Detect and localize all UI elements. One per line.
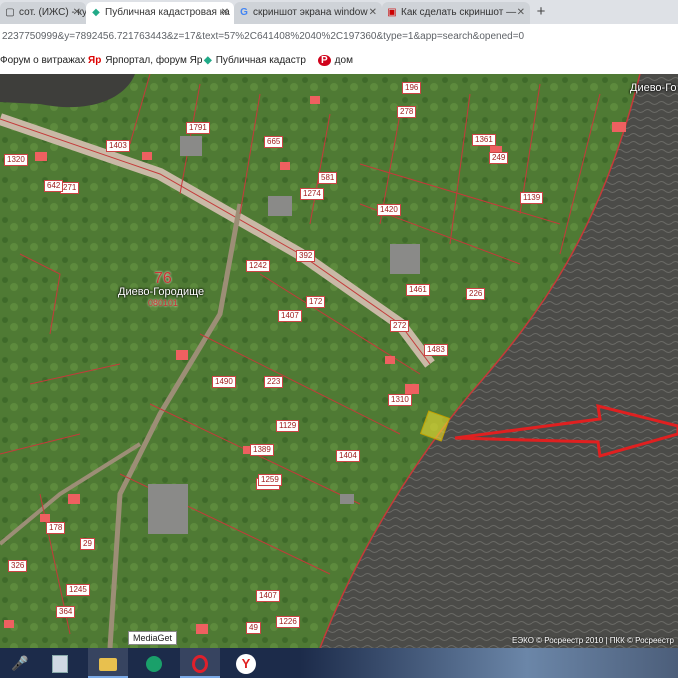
place-name-right: Диево-Го bbox=[630, 82, 677, 94]
parcel-label: 223 bbox=[264, 376, 284, 388]
tab-google[interactable]: Gскриншот экрана window ✕ bbox=[234, 2, 382, 24]
bookmark-label: дом bbox=[334, 55, 353, 66]
parcel-label: 1420 bbox=[377, 204, 401, 216]
bookmarks-bar: Форум о витражах Яр Ярпортал, форум Яр ◆ П… bbox=[0, 52, 678, 75]
tab-label: Как сделать скриншот — bbox=[401, 7, 517, 18]
parcel-label: 1404 bbox=[336, 450, 360, 462]
close-icon[interactable]: ✕ bbox=[221, 2, 229, 24]
parcel-label: 1461 bbox=[406, 284, 430, 296]
cadastre-icon: ◆ bbox=[204, 55, 212, 66]
parcel-label: 1242 bbox=[246, 260, 270, 272]
parcel-label: 1361 bbox=[472, 134, 496, 146]
new-tab-button[interactable]: + bbox=[531, 2, 551, 22]
tab-label: скриншот экрана window bbox=[253, 7, 368, 18]
microphone-icon[interactable]: 🎤 bbox=[0, 648, 40, 678]
yandex-icon[interactable]: Y bbox=[226, 648, 266, 678]
parcel-label: 1245 bbox=[66, 584, 90, 596]
bookmark-label: Публичная кадастр bbox=[215, 55, 306, 66]
parcel-label: 172 bbox=[306, 296, 326, 308]
opera-icon[interactable] bbox=[180, 648, 220, 678]
tab-1[interactable]: ▢ сот. (ИЖС) - ку ✕ bbox=[0, 2, 86, 24]
bookmark-label: Ярпортал, форум Яр bbox=[105, 55, 203, 66]
parcel-label: 49 bbox=[246, 622, 261, 634]
tab-video[interactable]: ▣ Как сделать скриншот — ✕ bbox=[382, 2, 530, 24]
parcel-label: 1490 bbox=[212, 376, 236, 388]
parcel-label: 178 bbox=[46, 522, 66, 534]
bookmark-dom[interactable]: Pдом bbox=[318, 55, 353, 66]
mediaget-icon[interactable] bbox=[134, 648, 174, 678]
parcel-label: 29 bbox=[80, 538, 95, 550]
bookmark-yarportal[interactable]: Яр Ярпортал, форум Яр bbox=[88, 55, 202, 66]
address-bar[interactable]: 2237750999&y=7892456.721763443&z=17&text… bbox=[0, 24, 678, 53]
map-copyright: ЕЭКО © Росреестр 2010 | ПКК © Росреестр bbox=[512, 636, 674, 645]
parcel-label: 1407 bbox=[256, 590, 280, 602]
parcel-label: 1320 bbox=[4, 154, 28, 166]
cadastral-map[interactable]: 1403 1791 665 278 1361 1139 249 581 1420… bbox=[0, 74, 678, 648]
close-icon[interactable]: ✕ bbox=[73, 2, 81, 24]
browser-tab-strip: ▢ сот. (ИЖС) - ку ✕ ◆ Публичная кадастрова… bbox=[0, 0, 678, 24]
video-icon: ▣ bbox=[387, 7, 397, 18]
pinterest-icon: P bbox=[318, 55, 331, 66]
parcel-label: 392 bbox=[296, 250, 316, 262]
page-icon: ▢ bbox=[5, 7, 15, 18]
taskbar-tooltip: MediaGet bbox=[128, 631, 178, 645]
parcel-label: 1483 bbox=[424, 344, 448, 356]
tab-label: Публичная кадастровая ка bbox=[105, 7, 230, 18]
parcel-label: 278 bbox=[397, 106, 417, 118]
parcel-label: 1226 bbox=[276, 616, 300, 628]
tab-cadastre[interactable]: ◆ Публичная кадастровая ка ✕ bbox=[86, 2, 234, 24]
parcel-label: 1129 bbox=[276, 420, 300, 432]
bookmark-forum[interactable]: Форум о витражах bbox=[0, 55, 85, 66]
parcel-label: 326 bbox=[8, 560, 28, 572]
url-text[interactable]: 2237750999&y=7892456.721763443&z=17&text… bbox=[2, 31, 524, 42]
google-icon: G bbox=[240, 7, 248, 18]
parcel-label: 1407 bbox=[278, 310, 302, 322]
close-icon[interactable]: ✕ bbox=[517, 2, 525, 24]
bookmark-cadastre[interactable]: ◆ Публичная кадастр bbox=[204, 55, 306, 66]
yarportal-icon: Яр bbox=[88, 55, 102, 66]
parcel-label: 642 bbox=[44, 180, 64, 192]
parcel-label: 1403 bbox=[106, 140, 130, 152]
parcel-label: 665 bbox=[264, 136, 284, 148]
parcel-label: 581 bbox=[318, 172, 338, 184]
parcel-label: 226 bbox=[466, 288, 486, 300]
explorer-icon[interactable] bbox=[88, 648, 128, 678]
parcel-label: 1259 bbox=[258, 474, 282, 486]
close-icon[interactable]: ✕ bbox=[369, 2, 377, 24]
parcel-label: 1274 bbox=[300, 188, 324, 200]
district-code: 080101 bbox=[148, 298, 179, 308]
cadastre-icon: ◆ bbox=[92, 7, 100, 18]
parcel-label: 1139 bbox=[520, 192, 544, 204]
parcel-label: 272 bbox=[390, 320, 410, 332]
calculator-icon[interactable] bbox=[40, 648, 80, 678]
windows-taskbar: 🎤 Y bbox=[0, 648, 678, 678]
parcel-label: 1310 bbox=[388, 394, 412, 406]
place-name: Диево-Городище bbox=[118, 286, 205, 298]
parcel-label: 1389 bbox=[250, 444, 274, 456]
parcel-label: 249 bbox=[489, 152, 509, 164]
map-satellite-layer bbox=[0, 74, 678, 648]
parcel-label: 364 bbox=[56, 606, 76, 618]
desktop-peek-area bbox=[300, 648, 678, 678]
bookmark-label: Форум о витражах bbox=[0, 55, 86, 66]
parcel-label: 1791 bbox=[186, 122, 210, 134]
parcel-label: 196 bbox=[402, 82, 422, 94]
